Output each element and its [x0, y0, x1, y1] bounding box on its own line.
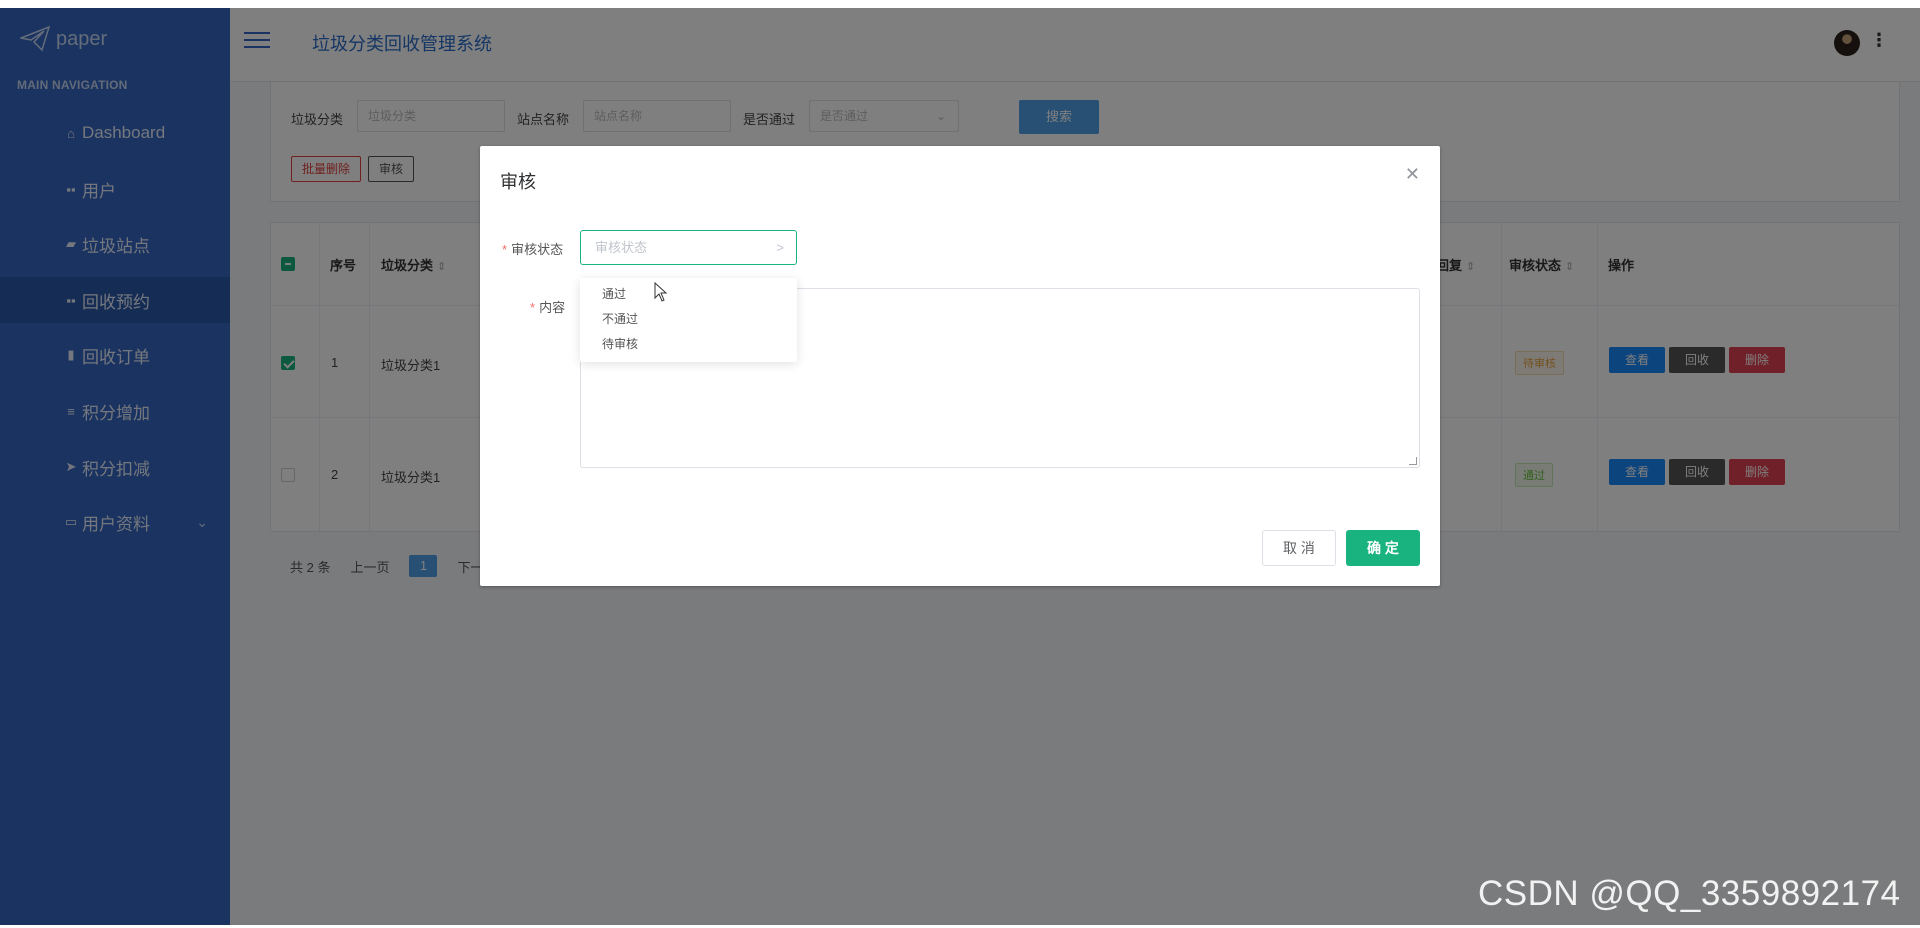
confirm-button[interactable]: 确 定	[1346, 530, 1420, 566]
required-mark: *	[530, 300, 536, 315]
dropdown-option-pending[interactable]: 待审核	[580, 332, 797, 357]
chevron-right-icon: >	[776, 240, 784, 255]
cancel-button[interactable]: 取 消	[1262, 530, 1336, 566]
screen-top-edge	[0, 0, 1920, 8]
watermark: CSDN @QQ_3359892174	[1478, 874, 1901, 913]
form-label-text: 内容	[539, 300, 566, 315]
review-status-select[interactable]: 审核状态 >	[580, 230, 797, 265]
resize-handle[interactable]	[1409, 457, 1417, 465]
required-mark: *	[502, 242, 508, 257]
select-placeholder: 审核状态	[595, 240, 648, 255]
review-dialog: 审核 ✕ * 审核状态 审核状态 > * 内容 通过 不通过 待审核 取 消 确 定	[480, 146, 1440, 586]
dropdown-option-fail[interactable]: 不通过	[580, 307, 797, 332]
mouse-cursor-icon	[654, 282, 668, 302]
review-status-dropdown: 通过 不通过 待审核	[580, 278, 797, 362]
close-icon[interactable]: ✕	[1405, 164, 1420, 185]
form-label-text: 审核状态	[511, 242, 564, 257]
dialog-title: 审核	[500, 172, 536, 192]
content-label: * 内容	[530, 297, 565, 316]
review-status-label: * 审核状态	[502, 239, 563, 258]
dropdown-option-pass[interactable]: 通过	[580, 282, 797, 307]
